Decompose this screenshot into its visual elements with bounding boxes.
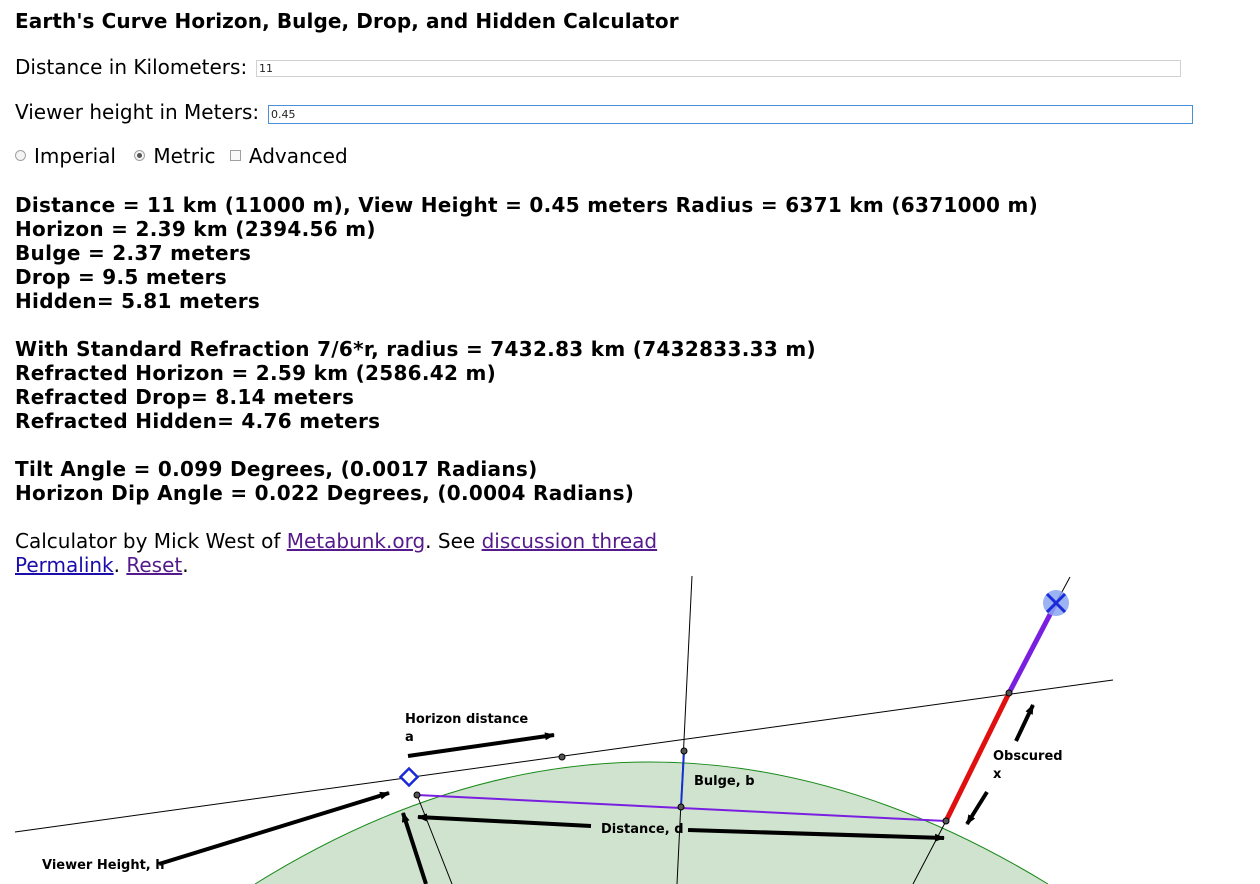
obscured-up-arrow	[1014, 704, 1035, 742]
obscured-down-arrow	[965, 790, 989, 826]
bulge-bottom-point	[677, 803, 685, 811]
advanced-checkbox[interactable]	[229, 150, 241, 161]
label-bulge: Bulge, b	[694, 774, 755, 789]
label-horizon-a: a	[405, 730, 414, 745]
result-refraction: With Standard Refraction 7/6*r, radius =…	[15, 337, 816, 361]
credit-line: Calculator by Mick West of Metabunk.org.…	[15, 529, 657, 553]
distance-input[interactable]	[256, 60, 1181, 77]
result-bulge: Bulge = 2.37 meters	[15, 241, 252, 265]
height-label: Viewer height in Meters:	[15, 100, 260, 124]
distance-row: Distance in Kilometers:	[15, 55, 247, 79]
result-horizon: Horizon = 2.39 km (2394.56 m)	[15, 217, 376, 241]
page-title: Earth's Curve Horizon, Bulge, Drop, and …	[15, 9, 679, 33]
result-hidden: Hidden= 5.81 meters	[15, 289, 261, 313]
viewer-marker[interactable]	[398, 766, 420, 788]
horizon-point	[558, 753, 566, 761]
horizon-arrow	[407, 732, 555, 758]
label-distance: Distance, d	[601, 822, 684, 837]
advanced-option[interactable]: Advanced	[229, 144, 348, 168]
result-refracted-horizon: Refracted Horizon = 2.59 km (2586.42 m)	[15, 361, 497, 385]
label-obscured: Obscured	[993, 749, 1063, 764]
viewer-ground-point	[413, 791, 421, 799]
advanced-label: Advanced	[248, 144, 348, 168]
result-summary: Distance = 11 km (11000 m), View Height …	[15, 193, 1039, 217]
imperial-label: Imperial	[34, 144, 116, 168]
metabunk-link[interactable]: Metabunk.org	[287, 529, 425, 553]
label-horizon-distance: Horizon distance	[405, 712, 528, 727]
visible-segment	[1006, 601, 1059, 695]
label-obscured-x: x	[993, 767, 1002, 782]
imperial-radio[interactable]	[15, 150, 26, 161]
result-refracted-drop: Refracted Drop= 8.14 meters	[15, 385, 355, 409]
target-ground-point	[942, 817, 950, 825]
result-dip: Horizon Dip Angle = 0.022 Degrees, (0.00…	[15, 481, 635, 505]
result-tilt: Tilt Angle = 0.099 Degrees, (0.0017 Radi…	[15, 457, 538, 481]
discussion-thread-link[interactable]: discussion thread	[482, 529, 658, 553]
unit-options: Imperial Metric Advanced	[15, 144, 352, 168]
results-panel: Distance = 11 km (11000 m), View Height …	[15, 193, 1038, 505]
metric-label: Metric	[153, 144, 216, 168]
metric-option[interactable]: Metric	[134, 144, 216, 168]
metric-radio[interactable]	[134, 150, 146, 161]
result-drop: Drop = 9.5 meters	[15, 265, 227, 289]
height-input[interactable]	[268, 105, 1193, 124]
distance-label: Distance in Kilometers:	[15, 55, 248, 79]
result-refracted-hidden: Refracted Hidden= 4.76 meters	[15, 409, 381, 433]
height-row: Viewer height in Meters:	[15, 100, 259, 124]
imperial-option[interactable]: Imperial	[15, 144, 116, 168]
credit-prefix: Calculator by Mick West of	[15, 529, 287, 553]
label-viewer-height: Viewer Height, h	[42, 858, 165, 873]
credit-middle: . See	[425, 529, 482, 553]
curve-diagram: Horizon distance a Bulge, b Obscured x D…	[14, 575, 1114, 884]
bulge-top-point	[680, 747, 688, 755]
target-sightline-point	[1005, 689, 1013, 697]
